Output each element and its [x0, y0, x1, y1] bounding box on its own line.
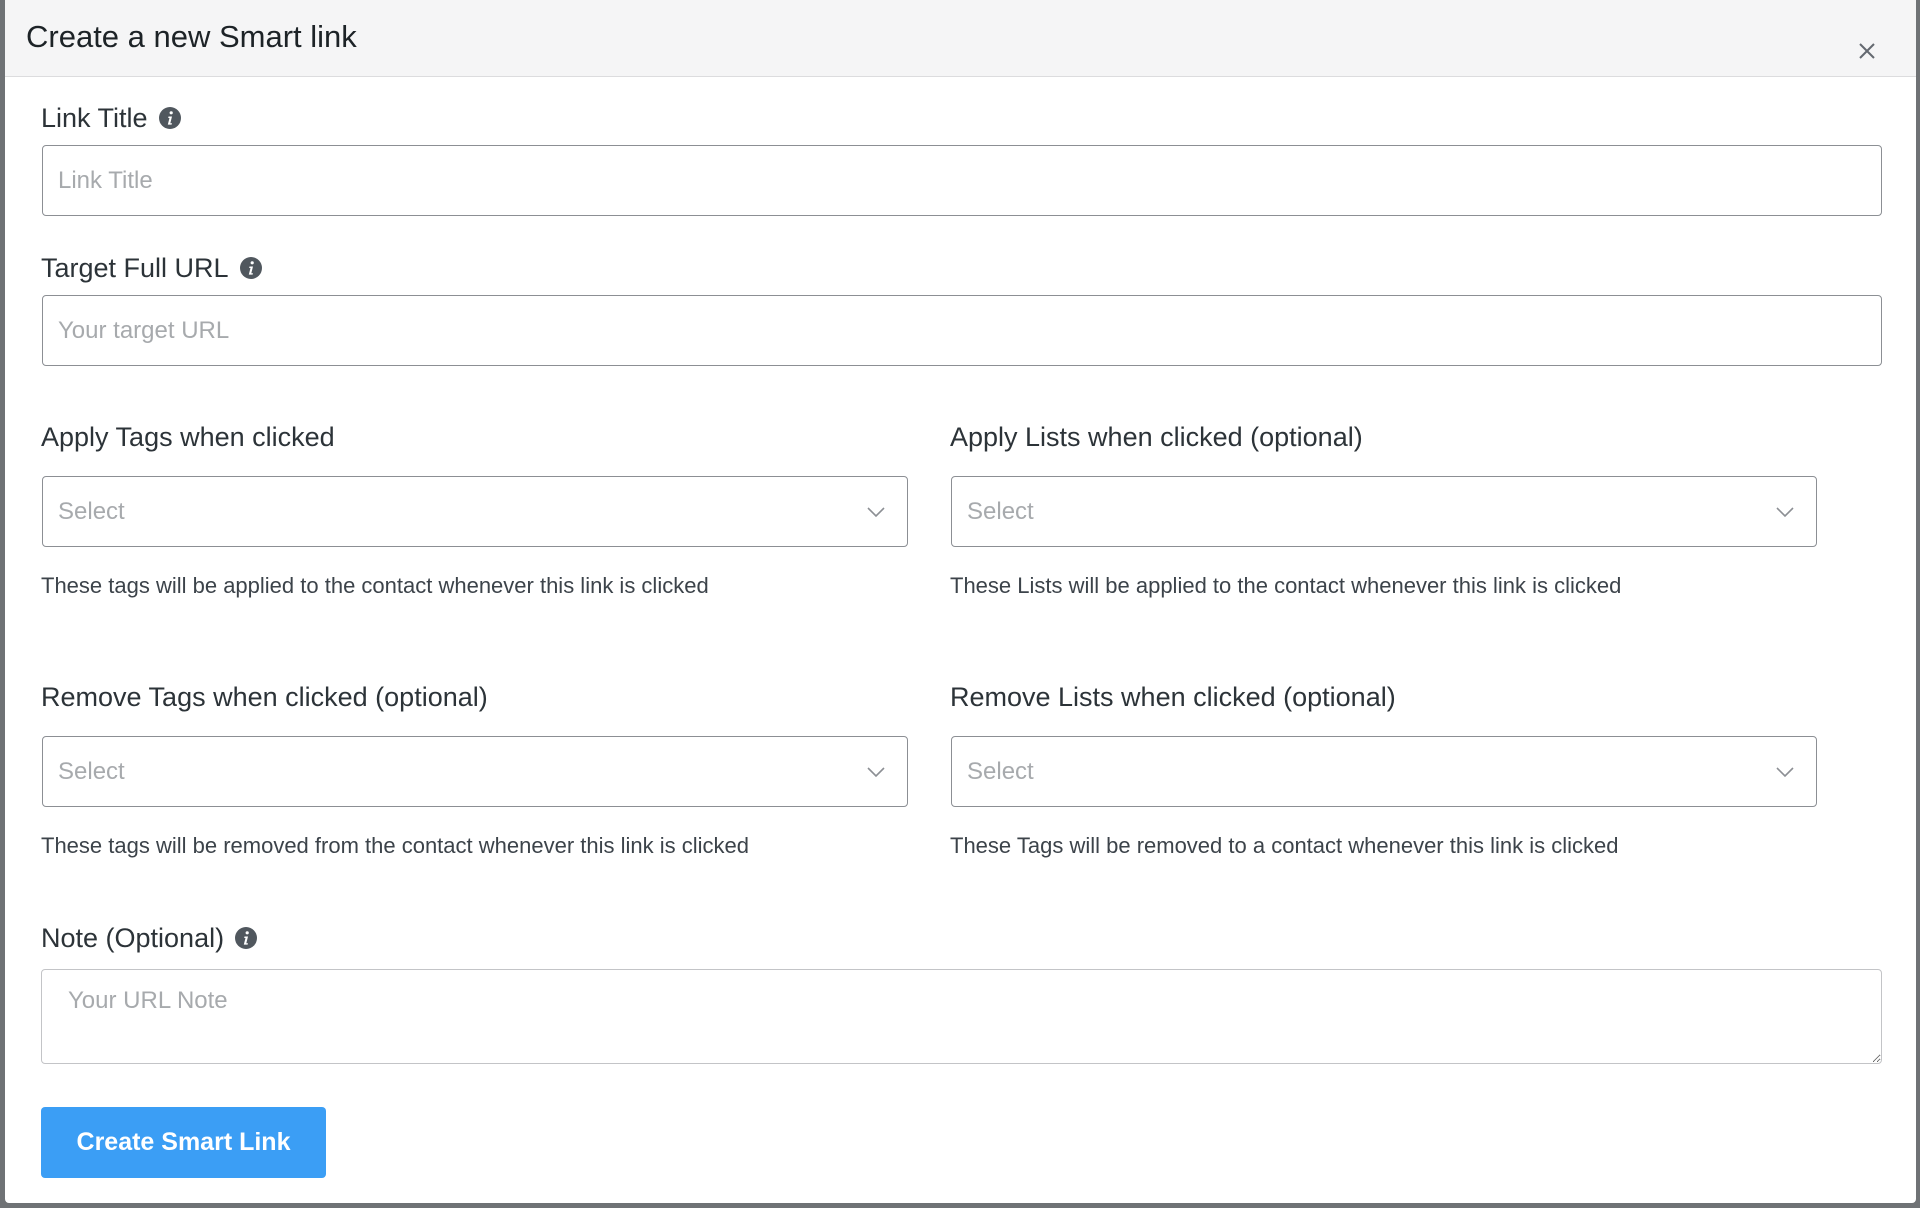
- note-textarea[interactable]: [41, 969, 1882, 1064]
- info-icon[interactable]: [234, 926, 258, 950]
- link-title-label: Link Title: [41, 101, 182, 135]
- remove-tags-select-value: Select: [58, 757, 125, 785]
- remove-tags-help: These tags will be removed from the cont…: [41, 833, 749, 858]
- remove-lists-select-value: Select: [967, 757, 1034, 785]
- apply-lists-help: These Lists will be applied to the conta…: [950, 573, 1622, 598]
- link-title-input[interactable]: [42, 145, 1882, 216]
- remove-lists-select[interactable]: Select: [951, 736, 1817, 807]
- close-icon: [1859, 43, 1875, 59]
- apply-lists-label: Apply Lists when clicked (optional): [950, 422, 1363, 452]
- chevron-down-icon: [1776, 766, 1794, 777]
- note-label: Note (Optional): [41, 921, 258, 955]
- remove-lists-label: Remove Lists when clicked (optional): [950, 682, 1396, 712]
- create-smart-link-button[interactable]: Create Smart Link: [41, 1107, 326, 1178]
- info-icon[interactable]: [239, 256, 263, 280]
- apply-lists-select-value: Select: [967, 497, 1034, 525]
- chevron-down-icon: [1776, 506, 1794, 517]
- apply-tags-label: Apply Tags when clicked: [41, 422, 335, 452]
- note-label-text: Note (Optional): [41, 923, 225, 953]
- dialog-title: Create a new Smart link: [26, 19, 357, 54]
- remove-tags-label: Remove Tags when clicked (optional): [41, 682, 488, 712]
- target-url-label: Target Full URL: [41, 251, 263, 285]
- link-title-label-text: Link Title: [41, 103, 148, 133]
- apply-tags-select[interactable]: Select: [42, 476, 908, 547]
- target-url-label-text: Target Full URL: [41, 253, 229, 283]
- dialog-header: Create a new Smart link: [5, 0, 1916, 77]
- apply-lists-select[interactable]: Select: [951, 476, 1817, 547]
- remove-lists-help: These Tags will be removed to a contact …: [950, 833, 1619, 858]
- apply-tags-help: These tags will be applied to the contac…: [41, 573, 709, 598]
- chevron-down-icon: [867, 506, 885, 517]
- target-url-input[interactable]: [42, 295, 1882, 366]
- chevron-down-icon: [867, 766, 885, 777]
- apply-tags-select-value: Select: [58, 497, 125, 525]
- close-button[interactable]: [1852, 36, 1882, 66]
- info-icon[interactable]: [158, 106, 182, 130]
- remove-tags-select[interactable]: Select: [42, 736, 908, 807]
- create-smart-link-dialog: Create a new Smart link Link Title Targe…: [5, 0, 1916, 1203]
